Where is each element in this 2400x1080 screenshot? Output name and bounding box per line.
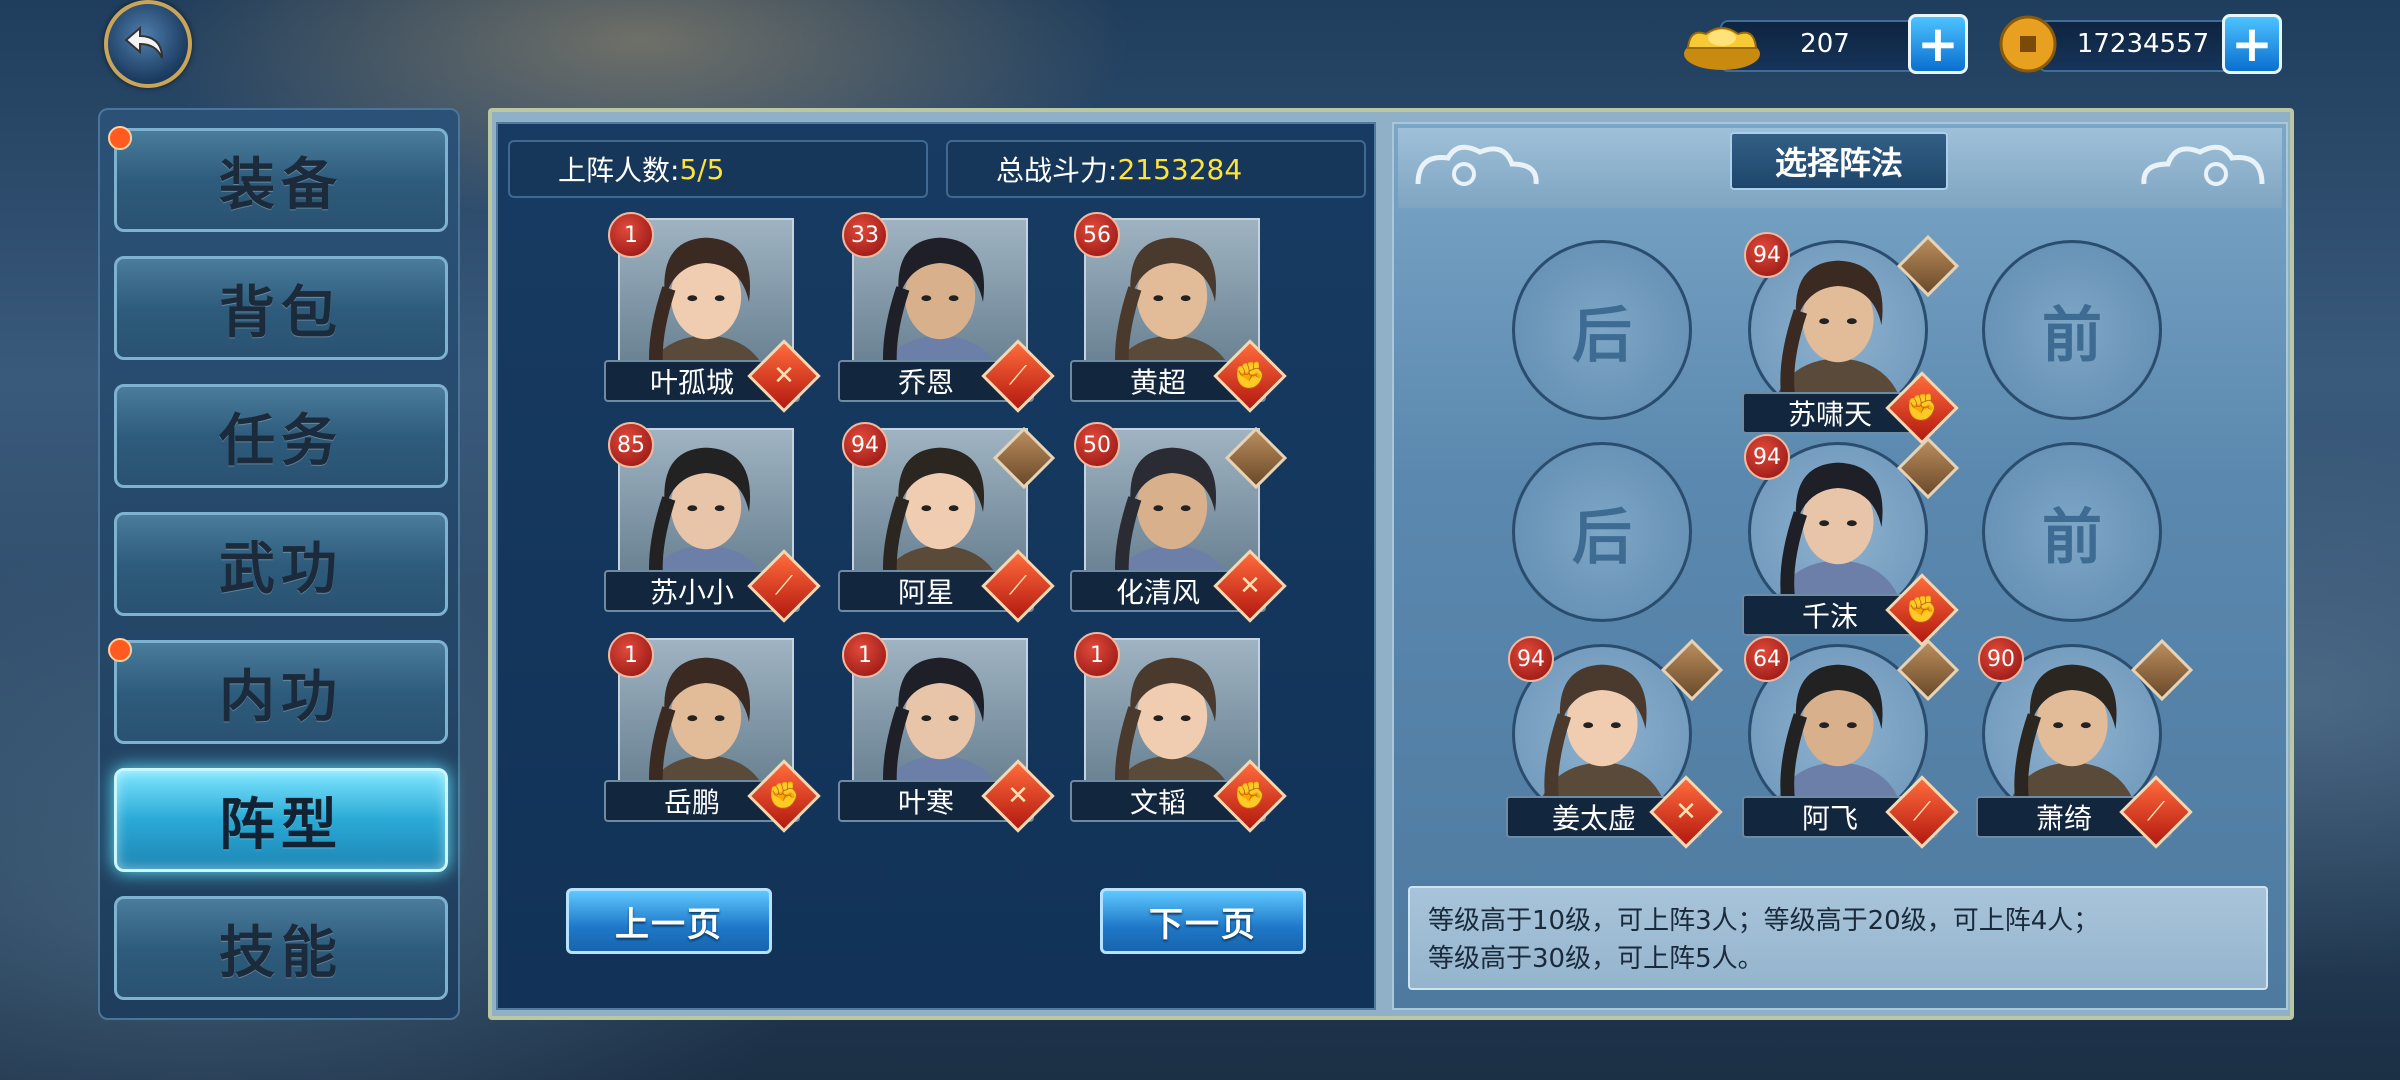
deploy-value: 5/5 bbox=[679, 152, 725, 186]
tab-quests[interactable]: 任务 bbox=[114, 384, 448, 488]
hero-level-badge: 1 bbox=[1074, 632, 1120, 678]
hero-level-badge: 1 bbox=[608, 212, 654, 258]
hero-level-badge: 33 bbox=[842, 212, 888, 258]
tab-backpack[interactable]: 背包 bbox=[114, 256, 448, 360]
hero-card[interactable]: 苏小小 85 ⟋ bbox=[604, 422, 821, 623]
hero-card[interactable]: 乔恩 33 ⟋ bbox=[838, 212, 1055, 413]
formation-slot-back[interactable]: 后 bbox=[1512, 442, 1692, 622]
formation-member[interactable]: 萧绮 90 ⟋ bbox=[1976, 636, 2194, 849]
gold-ingot-icon bbox=[1684, 27, 1760, 70]
formation-info: 等级高于10级，可上阵3人；等级高于20级，可上阵4人； 等级高于30级，可上阵… bbox=[1408, 886, 2268, 990]
back-button[interactable] bbox=[104, 0, 192, 88]
hero-level-badge: 94 bbox=[842, 422, 888, 468]
hero-level-badge: 1 bbox=[842, 632, 888, 678]
deploy-label: 上阵人数: bbox=[558, 154, 680, 187]
formation-slot-back[interactable]: 后 bbox=[1512, 240, 1692, 420]
gold-value: 207 bbox=[1800, 29, 1850, 59]
formation-member[interactable]: 阿飞 64 ⟋ bbox=[1742, 636, 1960, 849]
select-formation-button[interactable]: 选择阵法 bbox=[1730, 132, 1948, 190]
tab-equipment[interactable]: 装备 bbox=[114, 128, 448, 232]
hero-card[interactable]: 文韬 1 ✊ bbox=[1070, 632, 1287, 833]
tab-formation[interactable]: 阵型 bbox=[114, 768, 448, 872]
formation-member[interactable]: 苏啸天 94 ✊ bbox=[1742, 232, 1960, 445]
formation-slot-front[interactable]: 前 bbox=[1982, 240, 2162, 420]
coin-add-button[interactable]: + bbox=[2222, 14, 2282, 74]
next-page-button[interactable]: 下一页 bbox=[1100, 888, 1306, 954]
formation-member[interactable]: 姜太虚 94 ✕ bbox=[1506, 636, 1724, 849]
hero-level-badge: 56 bbox=[1074, 212, 1120, 258]
formation-slot-front[interactable]: 前 bbox=[1982, 442, 2162, 622]
notification-dot bbox=[108, 638, 132, 662]
hero-level-badge: 50 bbox=[1074, 422, 1120, 468]
tab-martial-arts[interactable]: 武功 bbox=[114, 512, 448, 616]
hero-card[interactable]: 叶孤城 1 ✕ bbox=[604, 212, 821, 413]
power-value: 2153284 bbox=[1117, 152, 1243, 186]
hero-card[interactable]: 阿星 94 ⟋ bbox=[838, 422, 1056, 623]
cloud-ornament-icon bbox=[2141, 144, 2265, 186]
info-line: 等级高于10级，可上阵3人；等级高于20级，可上阵4人； bbox=[1428, 906, 2100, 936]
sidebar: 装备 背包 任务 武功 内功 阵型 技能 bbox=[98, 108, 460, 1020]
coin-value: 17234557 bbox=[2076, 29, 2210, 59]
copper-coin-icon bbox=[1999, 15, 2057, 73]
member-level-badge: 90 bbox=[1978, 636, 2024, 682]
tab-inner-power[interactable]: 内功 bbox=[114, 640, 448, 744]
power-label: 总战斗力: bbox=[996, 154, 1118, 187]
back-arrow-icon bbox=[124, 25, 163, 59]
member-level-badge: 94 bbox=[1744, 434, 1790, 480]
member-level-badge: 94 bbox=[1508, 636, 1554, 682]
hero-card[interactable]: 岳鹏 1 ✊ bbox=[604, 632, 821, 833]
info-line: 等级高于30级，可上阵5人。 bbox=[1428, 944, 1764, 974]
deploy-count: 上阵人数: 5/5 bbox=[508, 140, 928, 198]
member-level-badge: 94 bbox=[1744, 232, 1790, 278]
notification-dot bbox=[108, 126, 132, 150]
prev-page-button[interactable]: 上一页 bbox=[566, 888, 772, 954]
gold-add-button[interactable]: + bbox=[1908, 14, 1968, 74]
hero-level-badge: 85 bbox=[608, 422, 654, 468]
total-power: 总战斗力: 2153284 bbox=[946, 140, 1366, 198]
cloud-ornament-icon bbox=[1415, 144, 1539, 186]
hero-level-badge: 1 bbox=[608, 632, 654, 678]
member-level-badge: 64 bbox=[1744, 636, 1790, 682]
tab-skills[interactable]: 技能 bbox=[114, 896, 448, 1000]
coin-counter: 17234557 + bbox=[1998, 14, 2288, 76]
hero-card[interactable]: 叶寒 1 ✕ bbox=[838, 632, 1055, 833]
hero-card[interactable]: 黄超 56 ✊ bbox=[1070, 212, 1287, 413]
formation-member[interactable]: 千沫 94 ✊ bbox=[1742, 434, 1960, 647]
hero-card[interactable]: 化清风 50 ✕ bbox=[1070, 422, 1288, 623]
